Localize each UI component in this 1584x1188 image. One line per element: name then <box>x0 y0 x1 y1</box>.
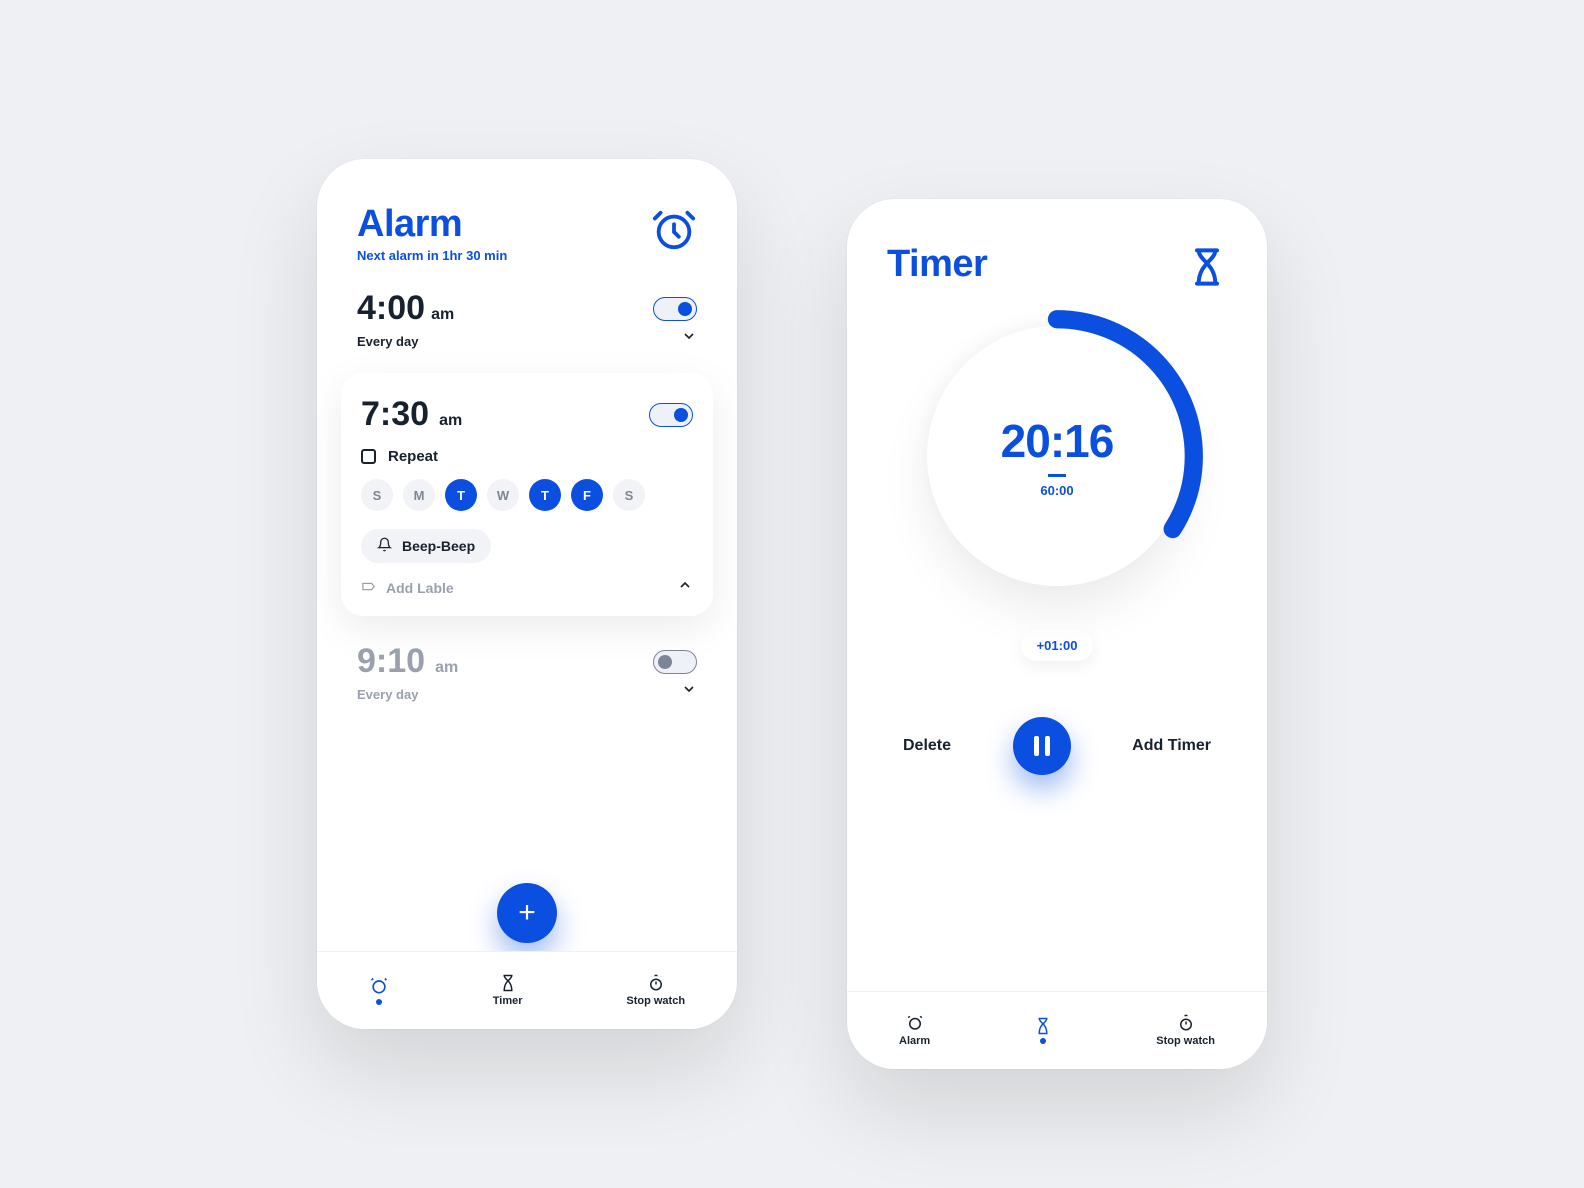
alarm-toggle[interactable] <box>649 403 693 427</box>
hourglass-icon <box>1187 247 1227 292</box>
pause-icon <box>1034 736 1039 756</box>
alarm-time: 9:10am <box>357 642 458 681</box>
alarm-clock-icon <box>651 207 697 258</box>
nav-stopwatch[interactable]: Stop watch <box>626 974 685 1007</box>
active-dot-icon <box>1040 1038 1046 1044</box>
day-sun[interactable]: S <box>361 479 393 511</box>
day-sat[interactable]: S <box>613 479 645 511</box>
chevron-up-icon[interactable] <box>677 577 693 598</box>
nav-timer[interactable]: Timer <box>493 974 523 1007</box>
alarm-row-3[interactable]: 9:10am Every day <box>317 624 737 712</box>
alarm-row-2-expanded: 7:30am Repeat S M T W T F S Beep-Beep <box>341 373 713 616</box>
tag-icon <box>361 579 376 597</box>
pause-button[interactable] <box>1013 717 1071 775</box>
checkbox-icon[interactable] <box>361 449 376 464</box>
chevron-down-icon[interactable] <box>681 328 697 349</box>
alarm-toggle[interactable] <box>653 650 697 674</box>
weekday-selector: S M T W T F S <box>361 479 693 511</box>
alarm-row-1[interactable]: 4:00am Every day <box>317 271 737 359</box>
nav-alarm[interactable]: Alarm <box>899 1014 930 1047</box>
delete-button[interactable]: Delete <box>903 737 951 755</box>
day-thu[interactable]: T <box>529 479 561 511</box>
active-dot-icon <box>376 999 382 1005</box>
alarm-repeat-label: Every day <box>357 334 418 349</box>
alarm-toggle[interactable] <box>653 297 697 321</box>
next-alarm-subtitle: Next alarm in 1hr 30 min <box>357 248 507 263</box>
add-timer-button[interactable]: Add Timer <box>1132 737 1211 755</box>
add-minute-chip[interactable]: +01:00 <box>1021 630 1094 661</box>
day-mon[interactable]: M <box>403 479 435 511</box>
day-fri[interactable]: F <box>571 479 603 511</box>
sound-name: Beep-Beep <box>402 538 475 554</box>
repeat-label: Repeat <box>388 448 438 465</box>
chevron-down-icon[interactable] <box>681 681 697 702</box>
plus-icon: + <box>518 896 536 930</box>
alarm-header: Alarm Next alarm in 1hr 30 min <box>317 159 737 271</box>
sound-chip[interactable]: Beep-Beep <box>361 529 491 563</box>
timer-header: Timer <box>847 199 1267 300</box>
alarm-screen: Alarm Next alarm in 1hr 30 min 4:00am Ev… <box>317 159 737 1029</box>
page-title: Timer <box>887 243 987 286</box>
timer-dial: 20:16 60:00 <box>927 326 1187 586</box>
progress-arc-icon <box>905 304 1209 608</box>
nav-alarm[interactable] <box>369 976 389 1005</box>
add-label-button[interactable]: Add Lable <box>361 579 454 597</box>
page-title: Alarm <box>357 203 507 246</box>
bottom-nav: Alarm Stop watch <box>847 991 1267 1069</box>
day-wed[interactable]: W <box>487 479 519 511</box>
alarm-time[interactable]: 7:30am <box>361 395 462 434</box>
nav-stopwatch[interactable]: Stop watch <box>1156 1014 1215 1047</box>
day-tue[interactable]: T <box>445 479 477 511</box>
bell-icon <box>377 537 392 555</box>
repeat-row[interactable]: Repeat <box>361 448 693 465</box>
bottom-nav: Timer Stop watch <box>317 951 737 1029</box>
timer-screen: Timer 20:16 60:00 +01:00 Delete Add Time… <box>847 199 1267 1069</box>
add-alarm-button[interactable]: + <box>497 883 557 943</box>
pause-icon <box>1045 736 1050 756</box>
alarm-repeat-label: Every day <box>357 687 418 702</box>
nav-timer[interactable] <box>1034 1017 1052 1044</box>
alarm-time: 4:00am <box>357 289 454 328</box>
